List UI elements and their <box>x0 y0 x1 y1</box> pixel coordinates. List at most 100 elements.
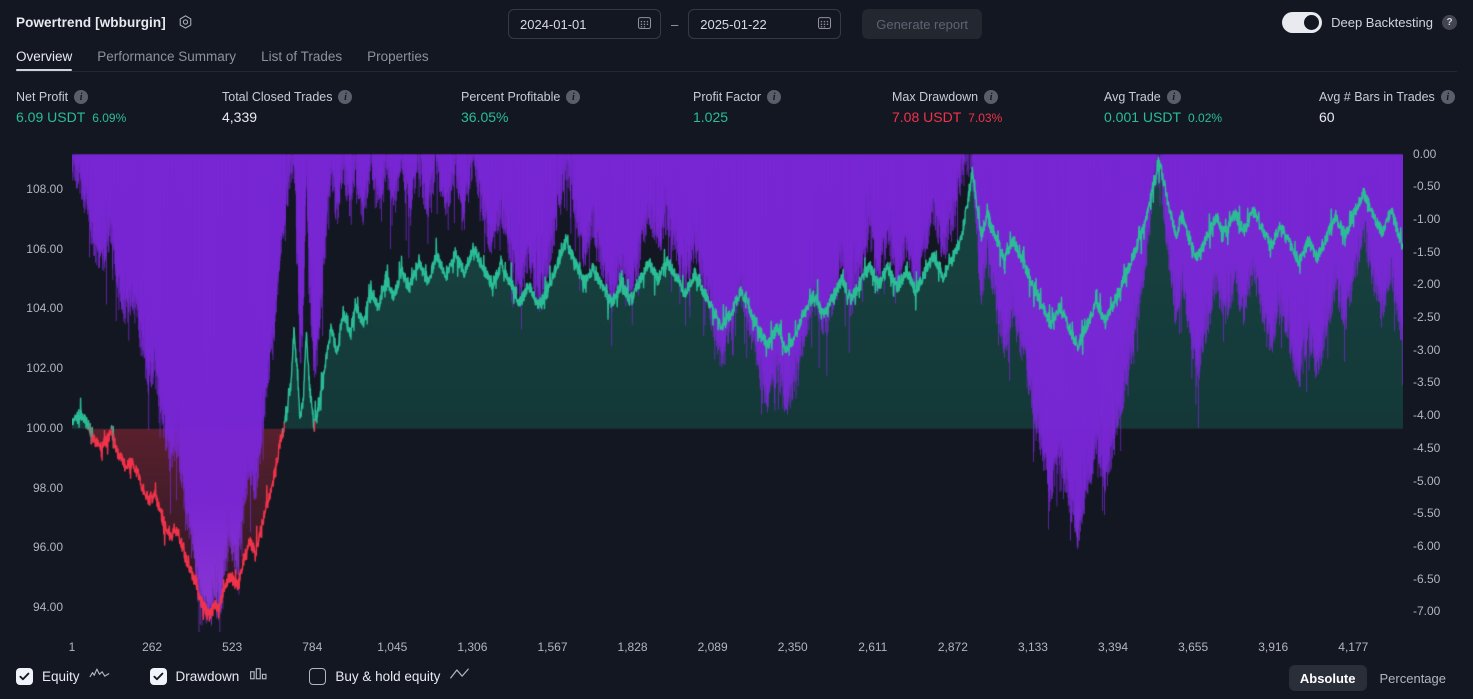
tab-performance-summary[interactable]: Performance Summary <box>97 44 236 71</box>
metric-secondary-value: 0.02% <box>1188 111 1223 125</box>
tab-label: Overview <box>16 49 73 64</box>
metric-avg-trade: Avg Trade i 0.001 USDT 0.02% <box>1104 90 1222 125</box>
right-axis-tick: -3.00 <box>1413 342 1441 357</box>
chart-footer: Equity Drawdown Buy & hold equity Absolute… <box>0 658 1473 699</box>
calendar-icon[interactable] <box>637 15 652 33</box>
deep-backtesting-toggle[interactable] <box>1282 12 1323 33</box>
metric-header: Net Profit i <box>16 90 126 104</box>
x-axis-tick: 3,655 <box>1178 640 1209 654</box>
x-axis-tick: 1,045 <box>377 640 408 654</box>
legend-item-buy-hold-equity[interactable]: Buy & hold equity <box>309 666 470 686</box>
metric-label: Avg Trade <box>1104 90 1161 104</box>
tab-list-of-trades[interactable]: List of Trades <box>261 44 342 71</box>
metric-label: Profit Factor <box>693 90 762 104</box>
tab-label: Properties <box>367 49 429 64</box>
metric-total-closed-trades: Total Closed Trades i 4,339 <box>222 90 353 125</box>
right-axis-tick: -1.00 <box>1413 211 1441 226</box>
question-mark-icon[interactable]: ? <box>1442 15 1457 30</box>
x-axis-tick: 2,872 <box>937 640 968 654</box>
metric-label: Net Profit <box>16 90 69 104</box>
info-icon[interactable]: i <box>338 90 353 104</box>
tab-label: Performance Summary <box>97 49 237 64</box>
metric-profit-factor: Profit Factor i 1.025 <box>693 90 782 125</box>
date-range-separator: – <box>671 16 679 32</box>
tab-properties[interactable]: Properties <box>367 44 429 71</box>
date-to-field[interactable]: 2025-01-22 <box>688 9 842 39</box>
scale-mode-switch: Absolute Percentage <box>1288 665 1458 691</box>
x-axis-tick: 262 <box>142 640 163 654</box>
right-axis-tick: -6.00 <box>1413 538 1441 553</box>
legend-item-drawdown[interactable]: Drawdown <box>149 666 270 686</box>
x-axis-tick: 3,394 <box>1098 640 1129 654</box>
toolbar: Powertrend [wbburgin] 2024-01-01 – 2025-… <box>0 0 1473 44</box>
info-icon[interactable]: i <box>984 90 999 104</box>
metrics-row: Net Profit i 6.09 USDT 6.09% Total Closed Tr… <box>0 90 1473 132</box>
metric-values: 7.08 USDT 7.03% <box>892 109 1002 125</box>
generate-report-button[interactable]: Generate report <box>862 9 983 39</box>
metric-label: Percent Profitable <box>461 90 561 104</box>
chart-canvas[interactable] <box>72 148 1403 632</box>
right-axis-tick: -6.50 <box>1413 571 1441 586</box>
metric-values: 4,339 <box>222 109 352 125</box>
date-from-field[interactable]: 2024-01-01 <box>508 9 661 39</box>
left-axis-tick: 108.00 <box>26 181 63 196</box>
deep-backtesting-group: Deep Backtesting ? <box>1282 12 1457 33</box>
right-axis-tick: -2.50 <box>1413 310 1441 325</box>
x-axis-tick: 1 <box>68 640 76 654</box>
scale-mode-percentage[interactable]: Percentage <box>1369 665 1458 691</box>
legend-label: Buy & hold equity <box>335 668 441 684</box>
page-title: Powertrend [wbburgin] <box>16 15 166 30</box>
metric-avg-bars-in-trades: Avg # Bars in Trades i 60 <box>1319 90 1455 125</box>
metric-max-drawdown: Max Drawdown i 7.08 USDT 7.03% <box>892 90 1002 125</box>
info-icon[interactable]: i <box>767 90 782 104</box>
info-icon[interactable]: i <box>566 90 581 104</box>
date-from-value: 2024-01-01 <box>520 16 587 32</box>
info-icon[interactable]: i <box>1440 90 1455 104</box>
metric-values: 36.05% <box>461 109 580 125</box>
zigzag-line-icon <box>449 666 470 686</box>
left-axis-tick: 100.00 <box>26 420 63 435</box>
checkbox[interactable] <box>16 667 33 685</box>
info-icon[interactable]: i <box>74 90 89 104</box>
legend-label: Drawdown <box>175 668 240 684</box>
metric-secondary-value: 7.03% <box>968 111 1003 125</box>
scale-mode-absolute[interactable]: Absolute <box>1288 665 1367 691</box>
metric-header: Max Drawdown i <box>892 90 1002 104</box>
metric-value: 60 <box>1319 109 1335 125</box>
x-axis-tick: 1,306 <box>457 640 488 654</box>
metric-percent-profitable: Percent Profitable i 36.05% <box>461 90 581 125</box>
metric-value: 6.09 USDT <box>16 109 86 125</box>
right-axis-tick: 0.00 <box>1413 146 1437 161</box>
metric-header: Avg # Bars in Trades i <box>1319 90 1455 104</box>
metric-value: 4,339 <box>222 109 258 125</box>
metric-value: 7.08 USDT <box>892 109 962 125</box>
metric-label: Max Drawdown <box>892 90 979 104</box>
right-axis-tick: -1.50 <box>1413 244 1441 259</box>
metric-values: 0.001 USDT 0.02% <box>1104 109 1222 125</box>
strategy-title-group: Powertrend [wbburgin] <box>16 14 194 31</box>
right-axis-tick: -3.50 <box>1413 375 1441 390</box>
date-range-group: 2024-01-01 – 2025-01-22 Generate report <box>508 9 983 39</box>
checkbox[interactable] <box>149 667 167 685</box>
x-axis-tick: 2,089 <box>697 640 728 654</box>
tab-divider <box>16 71 1457 72</box>
info-icon[interactable]: i <box>1166 90 1181 104</box>
metric-values: 1.025 <box>693 109 781 125</box>
metric-net-profit: Net Profit i 6.09 USDT 6.09% <box>16 90 126 125</box>
tab-overview[interactable]: Overview <box>16 44 72 71</box>
equity-chart: 108.00 106.00 104.00 102.00 100.00 98.00 96.00… <box>0 140 1473 658</box>
right-axis-tick: -5.00 <box>1413 473 1441 488</box>
x-axis-tick: 2,611 <box>858 640 888 654</box>
tab-label: List of Trades <box>261 49 343 64</box>
metric-header: Percent Profitable i <box>461 90 581 104</box>
metric-header: Profit Factor i <box>693 90 782 104</box>
legend-item-equity[interactable]: Equity <box>16 666 110 686</box>
calendar-icon[interactable] <box>817 15 832 33</box>
left-axis-tick: 104.00 <box>26 301 63 316</box>
x-axis-tick: 784 <box>302 640 323 654</box>
left-axis-tick: 102.00 <box>26 361 63 376</box>
strategy-settings-icon[interactable] <box>177 14 194 31</box>
x-axis-tick: 3,916 <box>1258 640 1289 654</box>
metric-value: 36.05% <box>461 109 509 125</box>
checkbox[interactable] <box>309 667 327 685</box>
